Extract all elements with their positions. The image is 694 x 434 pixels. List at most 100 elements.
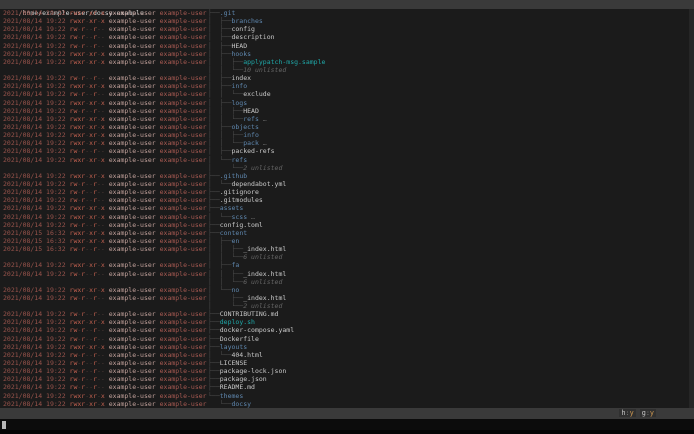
file-name[interactable]: .gitignore — [220, 188, 259, 196]
entry-metadata: 2021/08/15 16:32 rwxr-xr-x example-user … — [0, 237, 208, 245]
entry-group: example-user — [155, 383, 207, 392]
file-name[interactable]: applypatch-msg.sample — [243, 58, 325, 66]
tree-cell: │ ├──fa — [208, 261, 239, 269]
entry-permissions: rwxr-xr-x — [69, 228, 105, 237]
directory-name[interactable]: refs — [243, 115, 259, 123]
directory-name[interactable]: .github — [220, 172, 247, 180]
file-name[interactable]: _index.html — [243, 270, 286, 278]
tree-row: 2021/08/15 16:32 rwxr-xr-x example-user … — [0, 229, 694, 237]
tree-row: │ └──2 unlisted — [0, 302, 694, 310]
tree-cell: │ └──dependabot.yml — [208, 180, 286, 188]
scrollbar-track[interactable] — [689, 9, 694, 408]
entry-group: example-user — [155, 17, 207, 26]
entry-owner: example-user — [104, 334, 156, 343]
file-name[interactable]: exclude — [243, 90, 270, 98]
file-name[interactable]: HEAD — [243, 107, 259, 115]
entry-group: example-user — [155, 375, 207, 384]
tree-branch: │ │ ├── — [208, 269, 244, 278]
file-name[interactable]: HEAD — [231, 42, 247, 50]
tree-row: 2021/08/14 19:22 rwxr-xr-x example-user … — [0, 156, 694, 164]
entry-group: example-user — [155, 139, 207, 148]
tree-branch: ├── — [208, 310, 220, 319]
tree-cell: │ │ └──10 unlisted — [208, 66, 286, 74]
directory-name[interactable]: refs — [231, 156, 247, 164]
directory-name[interactable]: .git — [220, 9, 236, 17]
entry-metadata: 2021/08/14 19:22 rwxr-xr-x example-user … — [0, 9, 208, 17]
file-name[interactable]: Dockerfile — [220, 335, 259, 343]
tree-row: 2021/08/14 19:22 rw-r--r-- example-user … — [0, 310, 694, 318]
entry-metadata: 2021/08/15 16:32 rw-r--r-- example-user … — [0, 245, 208, 253]
tree-branch: ├── — [208, 228, 220, 237]
entry-date: 2021/08/14 19:22 — [3, 17, 70, 26]
tree-row: 2021/08/14 19:22 rw-r--r-- example-user … — [0, 42, 694, 50]
file-name[interactable]: package-lock.json — [220, 367, 287, 375]
directory-name[interactable]: objects — [231, 123, 258, 131]
tree-branch: │ │ └── — [208, 65, 244, 74]
directory-name[interactable]: docsy — [231, 400, 251, 408]
entry-permissions: rw-r--r-- — [69, 383, 105, 392]
directory-name[interactable]: en — [231, 237, 239, 245]
entry-group: example-user — [155, 285, 207, 294]
file-name[interactable]: packed-refs — [231, 147, 274, 155]
tree-branch: │ ├── — [208, 147, 232, 156]
entry-permissions: rw-r--r-- — [69, 179, 105, 188]
file-name[interactable]: 404.html — [231, 351, 262, 359]
entry-metadata: 2021/08/14 19:22 rwxr-xr-x example-user … — [0, 50, 208, 58]
entry-date: 2021/08/14 19:22 — [3, 269, 70, 278]
file-name[interactable]: config.toml — [220, 221, 263, 229]
directory-name[interactable]: fa — [231, 261, 239, 269]
tree-branch: │ │ └── — [208, 90, 244, 99]
entry-group: example-user — [155, 350, 207, 359]
file-name[interactable]: CONTRIBUTING.md — [220, 310, 279, 318]
entry-permissions: rwxr-xr-x — [69, 391, 105, 400]
tree-row: │ │ └──10 unlisted — [0, 66, 694, 74]
entry-metadata: 2021/08/14 19:22 rwxr-xr-x example-user … — [0, 123, 208, 131]
status-flags: h:y g:y — [615, 408, 656, 419]
tree-row: 2021/08/14 19:22 rwxr-xr-x example-user … — [0, 139, 694, 147]
entry-permissions: rwxr-xr-x — [69, 212, 105, 221]
tree-branch: ├── — [208, 334, 220, 343]
entry-owner: example-user — [104, 285, 156, 294]
entry-owner: example-user — [104, 220, 156, 229]
directory-name[interactable]: themes — [220, 392, 243, 400]
directory-name[interactable]: content — [220, 229, 247, 237]
entry-date: 2021/08/14 19:22 — [3, 326, 70, 335]
tree-rows: 2021/08/14 19:22 rwxr-xr-x example-user … — [0, 9, 694, 408]
directory-name[interactable]: scss — [231, 213, 247, 221]
entry-metadata — [0, 253, 208, 261]
directory-name[interactable]: assets — [220, 204, 243, 212]
tree-row: 2021/08/14 19:22 rwxr-xr-x example-user … — [0, 99, 694, 107]
entry-group: example-user — [155, 90, 207, 99]
file-name[interactable]: _index.html — [243, 245, 286, 253]
entry-owner: example-user — [104, 17, 156, 26]
entry-date: 2021/08/15 16:32 — [3, 245, 70, 254]
tree-branch: ├── — [208, 383, 220, 392]
directory-name[interactable]: info — [243, 131, 259, 139]
entry-owner: example-user — [104, 122, 156, 131]
directory-name[interactable]: branches — [231, 17, 262, 25]
entry-owner: example-user — [104, 171, 156, 180]
directory-name[interactable]: logs — [231, 99, 247, 107]
file-name[interactable]: LICENSE — [220, 359, 247, 367]
file-name[interactable]: dependabot.yml — [231, 180, 286, 188]
entry-metadata: 2021/08/14 19:22 rw-r--r-- example-user … — [0, 375, 208, 383]
search-input[interactable] — [0, 419, 694, 430]
terminal-bottom-fill — [0, 430, 694, 434]
file-name[interactable]: index — [231, 74, 251, 82]
directory-name[interactable]: no — [231, 286, 239, 294]
entry-owner: example-user — [104, 147, 156, 156]
file-name[interactable]: _index.html — [243, 294, 286, 302]
file-name[interactable]: docker-compose.yaml — [220, 326, 294, 334]
tree-branch: │ ├── — [208, 261, 232, 270]
file-name[interactable]: README.md — [220, 383, 255, 391]
entry-owner: example-user — [104, 318, 156, 327]
directory-name[interactable]: hooks — [231, 50, 251, 58]
directory-name[interactable]: layouts — [220, 343, 247, 351]
entry-owner: example-user — [104, 114, 156, 123]
file-name[interactable]: description — [231, 33, 274, 41]
entry-group: example-user — [155, 122, 207, 131]
entry-permissions: rw-r--r-- — [69, 269, 105, 278]
tree-cell: │ ├──_index.html — [208, 294, 286, 302]
entry-group: example-user — [155, 33, 207, 42]
entry-metadata — [0, 164, 208, 172]
